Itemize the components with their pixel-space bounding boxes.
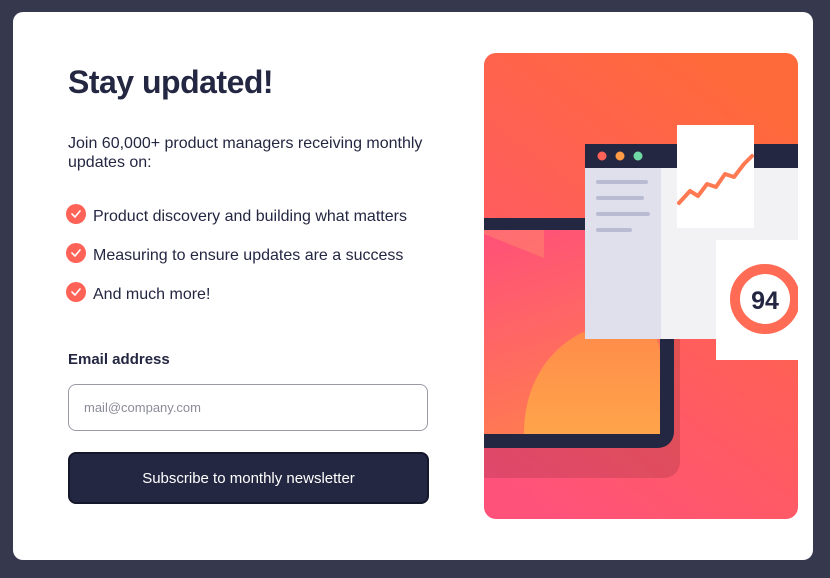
check-icon [66, 243, 86, 263]
feature-text: Product discovery and building what matt… [93, 208, 407, 225]
score-value: 94 [751, 287, 779, 315]
feature-text: And much more! [93, 286, 211, 303]
subscribe-button[interactable]: Subscribe to monthly newsletter [68, 452, 429, 504]
newsletter-card: Stay updated! Join 60,000+ product manag… [13, 12, 813, 560]
check-icon [66, 204, 86, 224]
check-icon [66, 282, 86, 302]
page-title: Stay updated! [68, 64, 274, 100]
email-field[interactable] [68, 384, 428, 431]
email-label: Email address [68, 351, 170, 368]
feature-text: Measuring to ensure updates are a succes… [93, 247, 404, 264]
hero-illustration: 94 [484, 53, 798, 519]
intro-text: Join 60,000+ product managers receiving … [68, 135, 423, 171]
